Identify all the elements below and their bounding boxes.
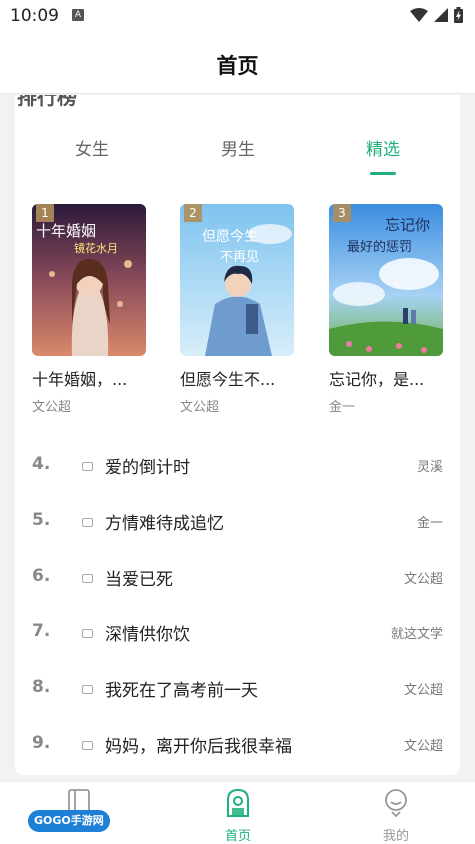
- book-title-3[interactable]: 忘记你，是...: [329, 366, 445, 390]
- nav-label-profile: 我的: [382, 829, 409, 844]
- rank-number: 4.: [32, 454, 51, 474]
- rank-number: 7.: [32, 621, 51, 642]
- ranking-row[interactable]: 6. 当爱已死 文公超: [15, 550, 460, 606]
- ranking-card: 排行榜 女生 男生 精选 1 十年婚姻 镜花水月 十年婚姻，... 文公超 2 …: [15, 95, 460, 775]
- rank-title[interactable]: 当爱已死: [105, 565, 173, 590]
- tab-active-indicator: [370, 172, 396, 175]
- ranking-list: 4. 爱的倒计时 灵溪 5. 方情难待成追忆 金一 6. 当爱已死 文公超 7.…: [15, 438, 460, 773]
- home-icon: [227, 788, 249, 817]
- rank-title[interactable]: 方情难待成追忆: [105, 509, 224, 534]
- notification-icon: A: [72, 9, 84, 21]
- ranking-row[interactable]: 8. 我死在了高考前一天 文公超: [15, 661, 460, 717]
- nav-profile[interactable]: 我的: [356, 788, 436, 844]
- app-header: 首页: [0, 34, 475, 94]
- nav-home[interactable]: 首页: [198, 788, 278, 844]
- book-author-1: 文公超: [32, 400, 72, 415]
- rank-badge-2: 2: [184, 204, 202, 222]
- tab-featured[interactable]: 精选: [338, 135, 428, 160]
- book-tag-icon: [82, 629, 93, 639]
- ranking-tabs: 女生 男生 精选: [15, 135, 460, 175]
- rank-title[interactable]: 妈妈，离开你后我很幸福: [105, 732, 292, 757]
- rank-title[interactable]: 深情供你饮: [105, 620, 190, 645]
- book-cover-2[interactable]: 2 但愿今生 不再见: [180, 204, 294, 356]
- section-title: 排行榜: [17, 95, 77, 109]
- ranking-row[interactable]: 7. 深情供你饮 就这文学: [15, 605, 460, 661]
- rank-author: 文公超: [403, 571, 443, 587]
- site-watermark: GOGO手游网: [28, 810, 110, 832]
- tab-male[interactable]: 男生: [193, 135, 283, 160]
- book-cover-text-1: 十年婚姻: [36, 222, 97, 240]
- book-tag-icon: [82, 573, 93, 583]
- top-book-1[interactable]: 1 十年婚姻 镜花水月 十年婚姻，... 文公超: [32, 204, 148, 415]
- rank-number: 5.: [32, 509, 51, 530]
- rank-title[interactable]: 爱的倒计时: [105, 453, 190, 478]
- page-title: 首页: [216, 54, 259, 78]
- profile-icon: [385, 789, 407, 818]
- tab-female[interactable]: 女生: [47, 135, 137, 160]
- book-author-3: 金一: [329, 400, 356, 415]
- book-cover-subtext-2: 不再见: [220, 250, 260, 265]
- rank-author: 灵溪: [416, 460, 443, 475]
- ranking-row[interactable]: 9. 妈妈，离开你后我很幸福 文公超: [15, 717, 460, 773]
- wifi-icon: [410, 8, 428, 22]
- rank-badge-3: 3: [333, 204, 351, 222]
- rank-number: 8.: [32, 677, 51, 698]
- bottom-nav: GOGO手游网 首页 我的: [0, 781, 475, 844]
- signal-icon: [434, 8, 448, 22]
- rank-number: 9.: [32, 732, 51, 753]
- nav-label-home: 首页: [224, 829, 251, 844]
- battery-icon: [454, 7, 463, 23]
- rank-author: 文公超: [403, 738, 443, 754]
- book-cover-text-3: 忘记你: [385, 216, 431, 234]
- book-tag-icon: [82, 740, 93, 750]
- rank-number: 6.: [32, 565, 51, 586]
- top-book-2[interactable]: 2 但愿今生 不再见 但愿今生不... 文公超: [180, 204, 296, 415]
- book-cover-1[interactable]: 1 十年婚姻 镜花水月: [32, 204, 146, 356]
- book-author-2: 文公超: [180, 400, 220, 415]
- book-cover-subtext-3: 最好的惩罚: [347, 240, 413, 255]
- book-cover-text-2: 但愿今生: [202, 229, 258, 245]
- ranking-row[interactable]: 5. 方情难待成追忆 金一: [15, 494, 460, 550]
- book-title-1[interactable]: 十年婚姻，...: [32, 366, 148, 390]
- rank-author: 文公超: [403, 683, 443, 699]
- book-cover-3[interactable]: 3 忘记你 最好的惩罚: [329, 204, 443, 356]
- book-tag-icon: [82, 517, 93, 527]
- book-tag-icon: [82, 462, 93, 471]
- book-title-2[interactable]: 但愿今生不...: [180, 366, 296, 390]
- book-cover-subtext-1: 镜花水月: [74, 242, 118, 255]
- rank-title[interactable]: 我死在了高考前一天: [105, 676, 258, 701]
- status-time: 10:09: [10, 6, 59, 26]
- rank-author: 金一: [416, 515, 443, 531]
- rank-author: 就这文学: [390, 627, 443, 643]
- status-bar: 10:09 A: [0, 0, 475, 34]
- top-book-3[interactable]: 3 忘记你 最好的惩罚 忘记你，是... 金一: [329, 204, 445, 415]
- ranking-row[interactable]: 4. 爱的倒计时 灵溪: [15, 438, 460, 494]
- status-icons: [410, 7, 463, 23]
- book-tag-icon: [82, 685, 93, 695]
